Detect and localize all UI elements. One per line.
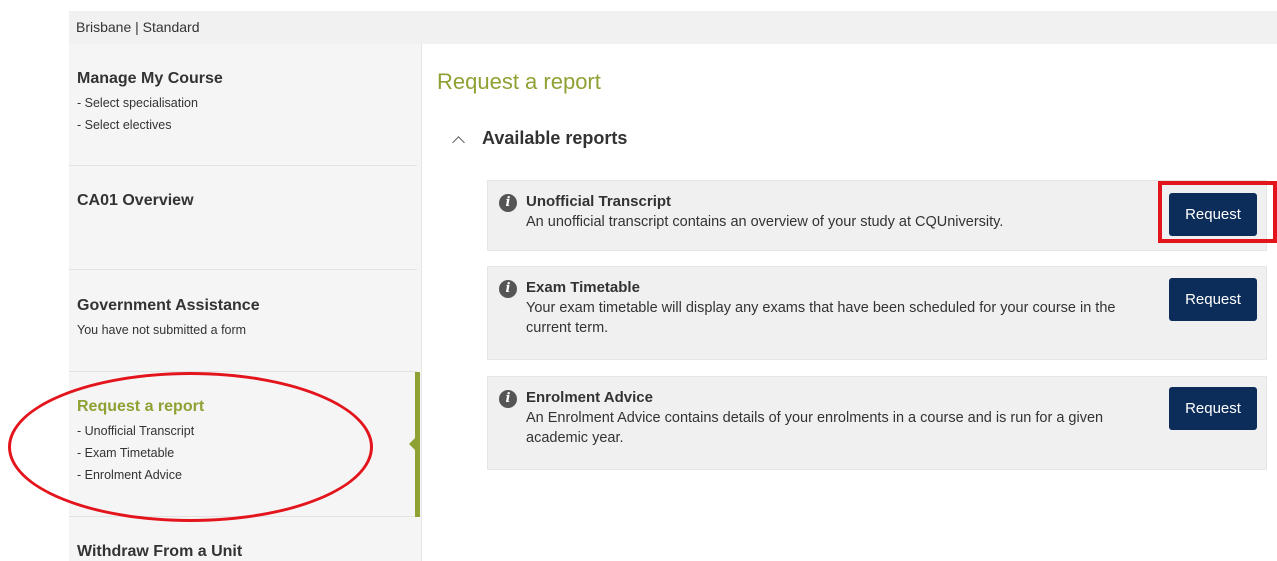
sidebar-item-title[interactable]: Request a report — [77, 397, 417, 416]
info-icon: i — [499, 390, 517, 408]
sidebar-item-title[interactable]: Manage My Course — [77, 69, 417, 88]
sidebar-item-government-assistance[interactable]: Government Assistance You have not submi… — [69, 270, 417, 372]
report-description: An Enrolment Advice contains details of … — [526, 410, 1104, 446]
campus-mode-text: Brisbane | Standard — [76, 19, 200, 35]
sidebar-item-ca01-overview[interactable]: CA01 Overview — [69, 166, 417, 270]
request-exam-timetable-button[interactable]: Request — [1169, 278, 1257, 321]
page-title: Request a report — [437, 69, 601, 94]
sidebar-item-manage-my-course[interactable]: Manage My Course - Select specialisation… — [69, 44, 417, 166]
available-reports-toggle[interactable]: Available reports — [452, 126, 627, 150]
report-card-enrolment-advice: i Enrolment Advice An Enrolment Advice c… — [487, 376, 1267, 470]
sidebar-item-request-a-report[interactable]: Request a report - Unofficial Transcript… — [69, 372, 417, 517]
report-card-unofficial-transcript: i Unofficial Transcript An unofficial tr… — [487, 180, 1267, 251]
sidebar: Manage My Course - Select specialisation… — [69, 44, 422, 561]
report-title: Unofficial Transcript — [526, 193, 672, 210]
info-icon: i — [499, 280, 517, 298]
sidebar-subitem-enrolment-advice[interactable]: - Enrolment Advice — [77, 464, 417, 486]
request-unofficial-transcript-button[interactable]: Request — [1169, 193, 1257, 236]
report-description: An unofficial transcript contains an ove… — [526, 214, 1004, 230]
sidebar-subitem-unofficial-transcript[interactable]: - Unofficial Transcript — [77, 420, 417, 442]
sidebar-subitem-select-electives[interactable]: - Select electives — [77, 114, 417, 136]
sidebar-item-withdraw-from-a-unit[interactable]: Withdraw From a Unit — [69, 517, 417, 561]
request-enrolment-advice-button[interactable]: Request — [1169, 387, 1257, 430]
sidebar-item-title[interactable]: CA01 Overview — [77, 191, 417, 210]
sidebar-item-title[interactable]: Withdraw From a Unit — [77, 542, 417, 561]
sidebar-subitem-exam-timetable[interactable]: - Exam Timetable — [77, 442, 417, 464]
active-item-pointer — [409, 437, 416, 451]
info-icon: i — [499, 194, 517, 212]
report-title: Exam Timetable — [526, 279, 640, 296]
report-title: Enrolment Advice — [526, 389, 653, 406]
sidebar-subitem-form-status: You have not submitted a form — [77, 323, 247, 337]
sidebar-subitem-select-specialisation[interactable]: - Select specialisation — [77, 92, 417, 114]
report-description: Your exam timetable will display any exa… — [526, 300, 1116, 336]
section-label: Available reports — [482, 128, 628, 148]
chevron-up-icon[interactable] — [452, 135, 465, 149]
campus-mode-bar: Brisbane | Standard — [69, 11, 1277, 44]
report-card-exam-timetable: i Exam Timetable Your exam timetable wil… — [487, 266, 1267, 360]
sidebar-item-title[interactable]: Government Assistance — [77, 296, 417, 315]
